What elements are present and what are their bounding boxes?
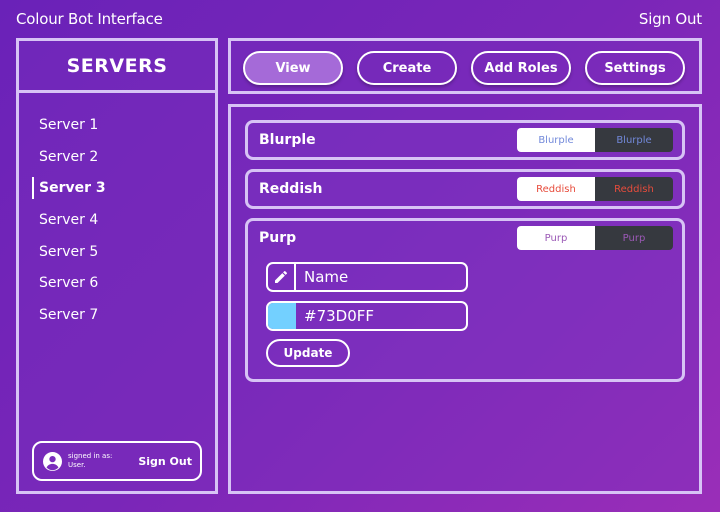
role-color-field [266,301,468,331]
preview-light: Purp [517,226,595,250]
servers-sidebar: SERVERS Server 1 Server 2 Server 3 Serve… [16,38,218,494]
user-box: signed in as: User. Sign Out [32,441,202,481]
roles-panel: Blurple Blurple Blurple Reddish Reddish … [228,104,702,494]
account-circle-icon [43,452,62,471]
role-card-purp: Purp Purp Purp Update [245,218,685,382]
sidebar-item-server-2[interactable]: Server 2 [19,145,215,177]
app-title: Colour Bot Interface [16,10,163,28]
nav-panel: View Create Add Roles Settings [228,38,702,94]
top-bar: Colour Bot Interface Sign Out [0,0,720,36]
sidebar-item-server-5[interactable]: Server 5 [19,240,215,272]
sidebar-sign-out-button[interactable]: Sign Out [138,455,192,468]
role-preview: Blurple Blurple [517,128,673,152]
role-name-input[interactable] [304,264,462,290]
user-name: User. [68,461,86,469]
sidebar-item-server-3[interactable]: Server 3 [19,176,215,208]
role-name: Purp [259,230,297,246]
role-preview: Purp Purp [517,226,673,250]
color-swatch[interactable] [268,303,296,329]
role-color-input[interactable] [304,303,462,329]
role-card-blurple[interactable]: Blurple Blurple Blurple [245,120,685,160]
server-list: Server 1 Server 2 Server 3 Server 4 Serv… [19,113,215,335]
preview-dark: Blurple [595,128,673,152]
preview-light: Reddish [517,177,595,201]
signed-in-label: signed in as: [68,452,113,460]
top-sign-out-link[interactable]: Sign Out [639,10,702,28]
preview-dark: Purp [595,226,673,250]
sidebar-item-server-1[interactable]: Server 1 [19,113,215,145]
role-name: Blurple [259,132,316,148]
tab-view[interactable]: View [243,51,343,85]
sidebar-item-server-6[interactable]: Server 6 [19,271,215,303]
sidebar-item-server-4[interactable]: Server 4 [19,208,215,240]
input-icon-cell [268,264,296,290]
preview-light: Blurple [517,128,595,152]
role-name: Reddish [259,181,323,197]
user-info: signed in as: User. [68,452,112,470]
role-name-field [266,262,468,292]
tab-add-roles[interactable]: Add Roles [471,51,571,85]
sidebar-item-server-7[interactable]: Server 7 [19,303,215,335]
tab-create[interactable]: Create [357,51,457,85]
role-card-reddish[interactable]: Reddish Reddish Reddish [245,169,685,209]
update-button[interactable]: Update [266,339,350,367]
role-preview: Reddish Reddish [517,177,673,201]
pencil-icon [275,270,288,283]
preview-dark: Reddish [595,177,673,201]
tab-settings[interactable]: Settings [585,51,685,85]
sidebar-title: SERVERS [19,41,215,93]
